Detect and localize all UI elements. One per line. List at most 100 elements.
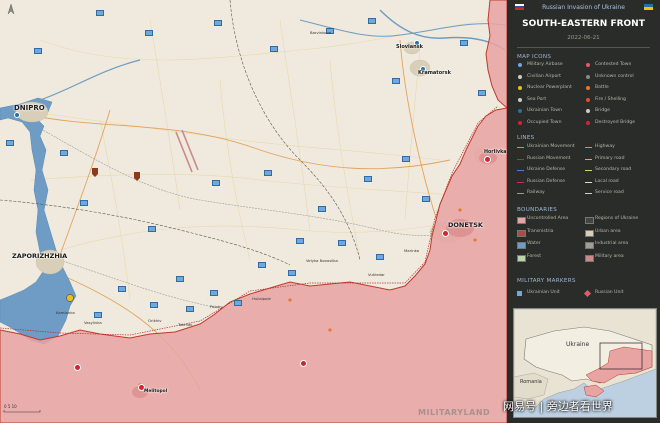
legend-item-label: Industrial area	[595, 241, 629, 246]
map-svg: 0 5 10	[0, 0, 507, 423]
legend-item-label: Ukrainian Unit	[527, 290, 560, 295]
boundary-swatch	[585, 242, 594, 249]
occupied-area-east	[485, 0, 507, 109]
line-swatch	[517, 181, 524, 183]
city-label-horlivka: Horlivka	[484, 150, 507, 155]
legend-item-label: Transnistria	[527, 228, 554, 234]
town-label: Vasylivka	[84, 320, 102, 325]
city-label-melitopol: Melitopol	[144, 389, 168, 394]
boundary-swatch	[517, 229, 526, 237]
battle-icon	[586, 86, 590, 90]
line-swatch	[517, 193, 524, 195]
header-divider	[517, 47, 650, 48]
legend-item-label: Military area	[595, 253, 624, 259]
legend-item-label: Military Airbase	[527, 62, 563, 67]
ukrainian-town-icon	[518, 109, 522, 113]
legend-item-label: Ukrainian Town	[527, 108, 562, 113]
town-label: Velyka Novosilka	[306, 258, 338, 263]
map-icons-heading: MAP ICONS	[517, 54, 552, 60]
town-label: Orikhiv	[148, 318, 162, 323]
legend-item-label: Battle	[595, 85, 609, 90]
airport-icon	[518, 74, 522, 79]
legend-item-label: Highway	[595, 144, 615, 149]
legend-item-label: Contested Town	[595, 62, 632, 67]
legend-item-label: Russian Movement	[527, 155, 571, 161]
river-tributary	[39, 59, 141, 101]
military-markers-heading: MILITARY MARKERS	[517, 278, 576, 284]
legend-item-label: Primary road	[595, 155, 625, 161]
legend-item-label: Urban area	[595, 228, 621, 234]
russian-unit-icon	[583, 289, 592, 298]
panel-date: 2022-06-21	[567, 35, 600, 41]
panel-title: Russian Invasion of Ukraine	[542, 4, 625, 11]
region-boundary	[229, 0, 361, 261]
town-label: Kamianka	[56, 310, 75, 315]
town-label: Barvinkove	[310, 30, 332, 35]
inset-label-romania: Romania	[520, 379, 542, 385]
boundary-swatch	[517, 217, 526, 224]
ukrainian-unit-icon	[517, 291, 522, 296]
city-label-donetsk: DONETSK	[448, 221, 483, 229]
legend-item-label: Civilian Airport	[527, 73, 561, 79]
town-label: Vuhledar	[368, 272, 385, 277]
town-label: Marinka	[404, 248, 420, 253]
legend-item-label: Uncontrolled Area	[527, 216, 569, 221]
boundaries-heading: BOUNDARIES	[517, 207, 558, 213]
legend-item-label: Ukrainian Movement	[527, 144, 575, 149]
boundary-swatch	[585, 229, 594, 237]
line-swatch	[585, 170, 592, 172]
legend-item-label: Service road	[595, 190, 624, 195]
city-label-sloviansk: Sloviansk	[396, 44, 423, 50]
fire-icon	[586, 97, 590, 102]
legend-item-label: Occupied Town	[527, 119, 562, 125]
line-swatch	[517, 170, 524, 172]
line-swatch	[517, 158, 524, 160]
legend-item-label: Sea Port	[527, 96, 547, 102]
boundary-swatch	[517, 254, 526, 262]
destroyed-bridge-icon	[586, 120, 590, 125]
legend-item-label: Fire / Shelling	[595, 96, 626, 102]
legend-item-label: Ukraine Defense	[527, 167, 566, 172]
bridge-icon	[586, 109, 590, 113]
line-swatch	[585, 158, 592, 160]
map-canvas[interactable]: 0 5 10 DNIPRO ZAPORIZHZHIA DONETSK Krama…	[0, 0, 507, 423]
airbase-icon	[518, 63, 522, 67]
legend-item-label: Railway	[527, 190, 545, 195]
anchor-icon	[518, 97, 522, 102]
boundary-swatch	[585, 217, 594, 224]
legend-item-label: Russian Unit	[595, 290, 624, 295]
lines-heading: LINES	[517, 135, 535, 141]
line-swatch	[517, 147, 524, 149]
line-swatch	[585, 181, 592, 183]
line-swatch	[585, 147, 592, 149]
brand-watermark: MILITARYLAND	[418, 408, 491, 417]
military-area	[175, 131, 193, 173]
overlay-watermark: 网易号 | 旁边者看世界	[503, 400, 613, 413]
north-arrow-icon	[7, 3, 15, 15]
inset-label-ukraine: Ukraine	[566, 341, 590, 348]
legend-item-label: Water	[527, 241, 541, 246]
legend-item-label: Unknown control	[595, 73, 634, 79]
legend-item-label: Forest	[527, 253, 542, 259]
panel-subtitle: SOUTH-EASTERN FRONT	[522, 19, 645, 29]
line-swatch	[585, 193, 592, 195]
legend-item-label: Destroyed Bridge	[595, 119, 636, 125]
city-label-dnipro: DNIPRO	[14, 104, 45, 112]
legend-item-label: Nuclear Powerplant	[527, 85, 572, 90]
dnipro-river	[0, 97, 77, 345]
legend-item-label: Bridge	[595, 108, 610, 113]
city-label-kramatorsk: Kramatorsk	[418, 70, 451, 76]
inset-romania	[514, 372, 549, 400]
legend-item-label: Regions of Ukraine	[595, 216, 639, 221]
boundary-swatch	[585, 254, 594, 262]
legend-item-label: Secondary road	[595, 167, 632, 172]
nuclear-icon	[518, 86, 522, 90]
occupied-town-icon	[518, 120, 522, 125]
contested-town-icon	[586, 63, 590, 67]
boundary-swatch	[517, 242, 526, 249]
town-label: Tokmak	[178, 322, 193, 327]
legend-item-label: Russian Defense	[527, 178, 566, 184]
unknown-control-icon	[586, 74, 590, 79]
town-label: Polohy	[210, 304, 223, 309]
legend-item-label: Local road	[595, 178, 619, 184]
